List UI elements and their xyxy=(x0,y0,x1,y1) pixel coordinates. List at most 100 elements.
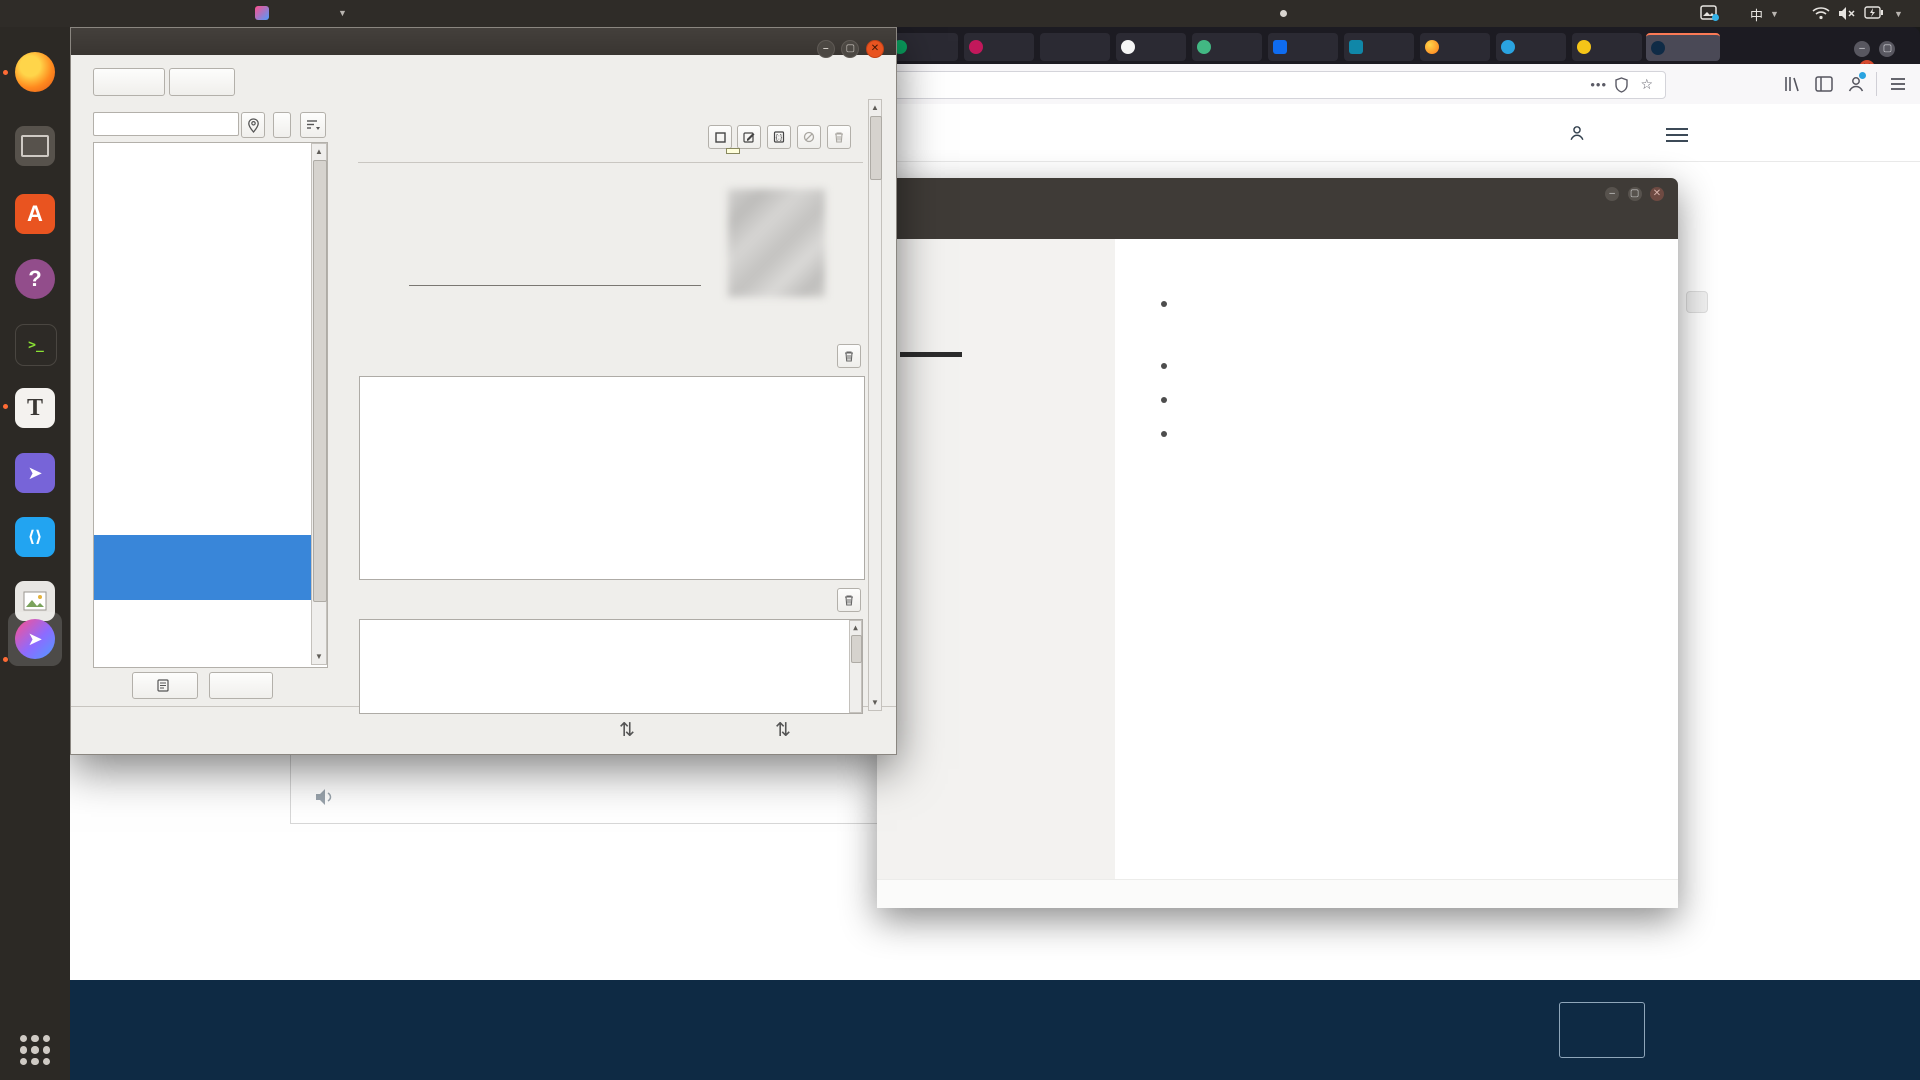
files-icon[interactable] xyxy=(15,126,55,166)
plugins-button[interactable] xyxy=(169,68,235,96)
tab-telegram[interactable] xyxy=(1496,33,1566,61)
latency-test-button-disabled[interactable] xyxy=(797,125,821,149)
qv2ray-icon[interactable]: ➤ xyxy=(15,619,55,659)
json-icon: {:} xyxy=(773,131,785,143)
updown-arrows-icon: ⇅ xyxy=(619,719,635,742)
clear-log-button[interactable] xyxy=(837,588,861,612)
page-widget[interactable] xyxy=(1686,291,1708,313)
url-bar[interactable]: ••• ☆ xyxy=(891,71,1666,99)
screenshot-tray-icon[interactable] xyxy=(1700,5,1717,23)
scroll-up-icon[interactable]: ▲ xyxy=(312,147,326,156)
edit-button[interactable] xyxy=(737,125,761,149)
server-row[interactable] xyxy=(94,470,327,535)
scrollbar-thumb[interactable] xyxy=(870,116,882,180)
server-list-scrollbar[interactable]: ▲ ▼ xyxy=(311,143,327,665)
typora-editor[interactable] xyxy=(1115,239,1678,879)
purple-arrow-app-icon[interactable]: ➤ xyxy=(15,453,55,493)
stop-icon xyxy=(715,132,726,143)
search-input[interactable] xyxy=(93,112,239,136)
server-row-clipped[interactable] xyxy=(94,659,327,668)
svg-text:{:}: {:} xyxy=(776,135,783,142)
maximize-button[interactable]: ▢ xyxy=(1879,41,1895,57)
tab-favicon xyxy=(1197,40,1211,54)
wifi-icon[interactable] xyxy=(1812,6,1830,20)
app-menu-caret: ▼ xyxy=(338,8,347,18)
section-divider xyxy=(358,162,863,163)
clear-graph-button[interactable] xyxy=(837,344,861,368)
server-row[interactable] xyxy=(94,405,327,470)
help-icon[interactable]: ? xyxy=(15,259,55,299)
battery-icon[interactable] xyxy=(1864,6,1884,19)
scrollbar-thumb[interactable] xyxy=(313,160,327,602)
panel-scrollbar[interactable]: ▲ ▼ xyxy=(868,99,882,711)
system-menu-caret[interactable]: ▼ xyxy=(1894,9,1903,19)
nav-menu-icon[interactable] xyxy=(1666,128,1688,142)
sidebar-icon[interactable] xyxy=(1814,74,1834,94)
scroll-down-icon[interactable]: ▼ xyxy=(869,698,881,707)
maximize-button[interactable]: ▢ xyxy=(841,40,859,58)
input-method-indicator[interactable]: 中 xyxy=(1750,5,1763,24)
typora-icon[interactable]: T xyxy=(15,388,55,428)
group-button[interactable] xyxy=(209,672,273,699)
tab-firefox-new[interactable] xyxy=(1420,33,1490,61)
account-icon[interactable] xyxy=(1846,74,1866,94)
minimize-button[interactable]: – xyxy=(1854,41,1870,57)
share-link-field[interactable] xyxy=(409,265,701,286)
preferences-button[interactable] xyxy=(93,68,165,96)
server-row[interactable] xyxy=(94,340,327,405)
location-pin-button[interactable] xyxy=(241,112,265,138)
log-scrollbar[interactable]: ▲ xyxy=(849,620,862,713)
show-applications-icon[interactable] xyxy=(20,1035,50,1065)
scroll-up-icon[interactable]: ▲ xyxy=(869,103,881,112)
library-icon[interactable] xyxy=(1782,74,1802,94)
new-button[interactable] xyxy=(132,672,198,699)
qv2ray-titlebar[interactable]: – ▢ ✕ xyxy=(71,28,896,55)
server-row[interactable] xyxy=(94,275,327,340)
speaker-icon[interactable] xyxy=(314,787,336,807)
server-row[interactable] xyxy=(94,145,327,210)
tab-github[interactable] xyxy=(1116,33,1186,61)
scrollbar-thumb[interactable] xyxy=(851,635,862,663)
page-actions-icon[interactable]: ••• xyxy=(1590,77,1607,92)
telegram-favicon xyxy=(1501,40,1515,54)
desktop: – ▢ ✕ ••• ☆ xyxy=(0,0,1920,1080)
server-row[interactable] xyxy=(94,210,327,275)
scroll-up-icon[interactable]: ▲ xyxy=(850,623,861,632)
terminal-icon[interactable]: >_ xyxy=(15,324,57,366)
delete-button-disabled[interactable] xyxy=(827,125,851,149)
tab-vue[interactable] xyxy=(1192,33,1262,61)
connect-disconnect-button[interactable] xyxy=(708,125,732,149)
volume-muted-icon[interactable] xyxy=(1838,6,1856,21)
server-row-selected[interactable] xyxy=(94,535,327,600)
tab-zhihu-npm[interactable] xyxy=(1268,33,1338,61)
ubuntu-software-icon[interactable]: A xyxy=(15,194,55,234)
server-row[interactable] xyxy=(94,600,327,665)
minimize-button[interactable]: – xyxy=(817,40,835,58)
menu-icon[interactable] xyxy=(1888,74,1908,94)
tab-newtab[interactable] xyxy=(1040,33,1110,61)
log-view[interactable]: ▲ xyxy=(359,619,863,714)
sort-button[interactable] xyxy=(300,112,326,138)
firefox-icon[interactable] xyxy=(15,52,55,92)
scroll-down-icon[interactable]: ▼ xyxy=(312,652,326,661)
tab-jiji[interactable] xyxy=(1572,33,1642,61)
tab-deepl-active[interactable] xyxy=(1646,33,1720,61)
tab-antd[interactable] xyxy=(964,33,1034,61)
tab-kuaisu[interactable] xyxy=(888,33,958,61)
maximize-button[interactable]: ▢ xyxy=(1628,187,1642,201)
blank-button[interactable] xyxy=(273,112,291,138)
bookmark-star-icon[interactable]: ☆ xyxy=(1640,76,1653,93)
close-button[interactable]: ✕ xyxy=(1650,187,1664,201)
tab-changyong[interactable] xyxy=(1344,33,1414,61)
edit-json-button[interactable]: {:} xyxy=(767,125,791,149)
vscode-icon[interactable]: ⟨⟩ xyxy=(15,517,55,557)
shield-icon[interactable] xyxy=(1614,77,1629,93)
cookie-close-button[interactable] xyxy=(1559,1002,1645,1058)
close-button[interactable]: ✕ xyxy=(866,40,884,58)
bullet-icon xyxy=(1161,431,1167,437)
qv2ray-window-controls: – ▢ ✕ xyxy=(817,33,884,60)
notification-badge xyxy=(1712,14,1719,21)
minimize-button[interactable]: – xyxy=(1605,187,1619,201)
server-list[interactable]: ▲ ▼ xyxy=(93,142,328,668)
typora-titlebar[interactable]: – ▢ ✕ xyxy=(877,178,1678,239)
